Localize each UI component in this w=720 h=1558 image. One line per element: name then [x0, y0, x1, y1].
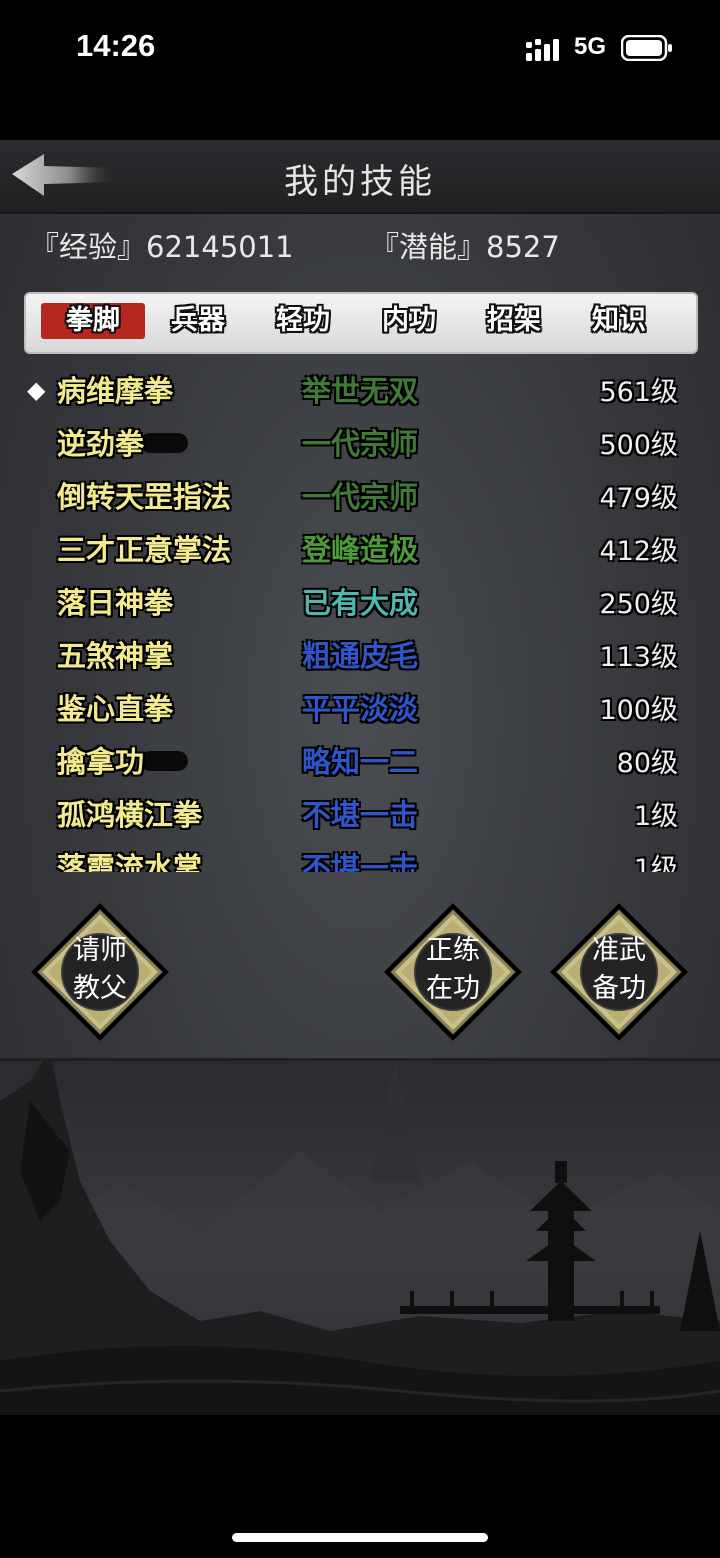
header-bar: 我的技能 — [0, 140, 720, 214]
skill-rank: 一代宗师 — [302, 480, 419, 514]
skill-row[interactable]: 三才正意掌法 登峰造极 412级 — [0, 525, 720, 578]
practice-line2: 在功 — [426, 973, 480, 1004]
skill-level: 100级 — [599, 695, 678, 726]
tab-internal[interactable]: 内功 — [357, 303, 461, 339]
skill-row[interactable]: ◆ 病维摩拳 举世无双 561级 — [0, 366, 720, 419]
home-indicator[interactable] — [232, 1533, 488, 1542]
skill-row[interactable]: 孤鸿横江拳 不堪一击 1级 — [0, 790, 720, 843]
skill-row[interactable]: 五煞神掌 粗通皮毛 113级 — [0, 631, 720, 684]
tab-knowledge[interactable]: 知识 — [567, 303, 671, 339]
skill-name: 孤鸿横江拳 — [57, 798, 203, 832]
ask-teacher-label: 请师 教父 — [30, 932, 170, 1008]
skill-row[interactable]: 落霞流水掌 不堪一击 1级 — [0, 843, 720, 872]
tab-weapon[interactable]: 兵器 — [146, 303, 250, 339]
stats-bar: 『经验』62145011 『潜能』8527 — [30, 224, 720, 264]
skill-level: 113级 — [599, 642, 678, 673]
skill-level: 412级 — [599, 536, 678, 567]
potential-stat: 『潜能』8527 — [370, 224, 560, 266]
skill-list[interactable]: ◆ 病维摩拳 举世无双 561级 逆劲拳 一代宗师 500级 倒转天罡指法 一代… — [0, 366, 720, 872]
skill-level: 561级 — [599, 377, 678, 408]
skill-rank: 登峰造极 — [302, 533, 419, 567]
skill-name: 落霞流水掌 — [57, 851, 203, 872]
name-highlight-bar — [140, 751, 188, 771]
practice-label: 正练 在功 — [383, 932, 523, 1008]
tab-fist[interactable]: 拳脚 — [41, 303, 145, 339]
skill-name: 五煞神掌 — [57, 639, 174, 673]
skill-row[interactable]: 鉴心直拳 平平淡淡 100级 — [0, 684, 720, 737]
skill-rank: 一代宗师 — [302, 427, 419, 461]
prepare-button[interactable]: 准武 备功 — [549, 902, 689, 1042]
status-time: 14:26 — [76, 28, 156, 63]
skill-category-tabs: 拳脚 兵器 轻功 内功 招架 知识 — [24, 292, 698, 354]
name-highlight-bar — [140, 433, 188, 453]
experience-value: 62145011 — [146, 230, 294, 264]
skill-name: 三才正意掌法 — [57, 533, 232, 567]
tab-lightness[interactable]: 轻功 — [251, 303, 355, 339]
status-bar: 14:26 5G — [0, 0, 720, 95]
skill-name: 落日神拳 — [57, 586, 174, 620]
skill-name: 倒转天罡指法 — [57, 480, 232, 514]
battery-icon — [621, 35, 672, 61]
skill-level: 1级 — [633, 801, 678, 832]
skill-rank: 粗通皮毛 — [302, 639, 419, 673]
experience-label: 『经验』 — [30, 230, 147, 264]
prepare-line1: 准武 — [592, 935, 646, 966]
skill-level: 1级 — [633, 854, 678, 872]
experience-stat: 『经验』62145011 — [30, 224, 294, 266]
skill-name: 擒拿功 — [57, 745, 145, 779]
skill-level: 500级 — [599, 430, 678, 461]
ink-landscape-image — [0, 1061, 720, 1415]
prepare-label: 准武 备功 — [549, 932, 689, 1008]
signal-icon — [526, 39, 559, 61]
skill-rank: 不堪一击 — [302, 851, 419, 872]
skill-rank: 平平淡淡 — [302, 692, 419, 726]
practice-line1: 正练 — [426, 935, 480, 966]
skill-row[interactable]: 逆劲拳 一代宗师 500级 — [0, 419, 720, 472]
skill-name: 病维摩拳 — [57, 374, 174, 408]
skill-level: 479级 — [599, 483, 678, 514]
diamond-icon: ◆ — [27, 376, 46, 404]
skill-row[interactable]: 倒转天罡指法 一代宗师 479级 — [0, 472, 720, 525]
ask-teacher-button[interactable]: 请师 教父 — [30, 902, 170, 1042]
practice-button[interactable]: 正练 在功 — [383, 902, 523, 1042]
potential-value: 8527 — [486, 230, 560, 264]
skill-rank: 已有大成 — [302, 586, 419, 620]
skill-row[interactable]: 擒拿功 略知一二 80级 — [0, 737, 720, 790]
prepare-line2: 备功 — [592, 973, 646, 1004]
skill-rank: 不堪一击 — [302, 798, 419, 832]
ask-teacher-line2: 教父 — [73, 973, 127, 1004]
skill-rank: 举世无双 — [302, 374, 419, 408]
potential-label: 『潜能』 — [370, 230, 487, 264]
page-title: 我的技能 — [284, 162, 436, 202]
skill-name: 鉴心直拳 — [57, 692, 174, 726]
skills-screen: 我的技能 『经验』62145011 『潜能』8527 拳脚 兵器 轻功 内功 招… — [0, 140, 720, 1415]
tab-parry[interactable]: 招架 — [462, 303, 566, 339]
skill-row[interactable]: 落日神拳 已有大成 250级 — [0, 578, 720, 631]
ask-teacher-line1: 请师 — [73, 935, 127, 966]
skill-name: 逆劲拳 — [57, 427, 145, 461]
skill-level: 250级 — [599, 589, 678, 620]
skill-rank: 略知一二 — [302, 745, 419, 779]
skill-level: 80级 — [616, 748, 678, 779]
network-label: 5G — [574, 33, 607, 60]
